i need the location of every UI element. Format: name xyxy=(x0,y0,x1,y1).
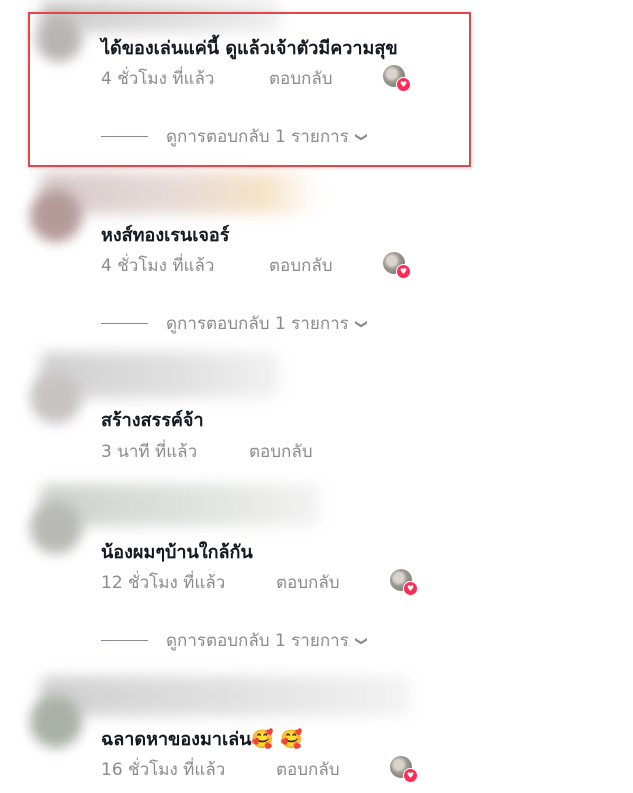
view-replies-button[interactable]: ดูการตอบกลับ 1 รายการ ❯ xyxy=(101,310,369,337)
comment-meta: 4 ชั่วโมง ที่แล้ว ตอบกลับ ♥ xyxy=(101,252,411,279)
blurred-avatar-5 xyxy=(30,696,82,748)
heart-icon: ♥ xyxy=(403,768,418,783)
comment-text: น้องผมๆบ้านใกล้กัน xyxy=(101,542,253,563)
reply-button[interactable]: ตอบกลับ xyxy=(276,569,340,596)
heart-icon: ♥ xyxy=(396,264,411,279)
comment-time: 3 นาที ที่แล้ว xyxy=(101,442,198,462)
chevron-down-icon: ❯ xyxy=(354,131,369,142)
blurred-avatar-2 xyxy=(30,190,82,242)
creator-liked-avatar: ♥ xyxy=(383,252,411,279)
view-replies-label: ดูการตอบกลับ 1 รายการ xyxy=(166,631,349,651)
comment-meta: 16 ชั่วโมง ที่แล้ว ตอบกลับ ♥ xyxy=(101,756,421,783)
divider-line xyxy=(101,640,148,641)
heart-icon: ♥ xyxy=(396,77,411,92)
reply-button[interactable]: ตอบกลับ xyxy=(269,252,333,279)
comment-time: 4 ชั่วโมง ที่แล้ว xyxy=(101,69,215,89)
reply-button[interactable]: ตอบกลับ xyxy=(269,65,333,92)
comment-text: ฉลาดหาของมาเล่น🥰 🥰 xyxy=(101,729,303,750)
blurred-username-4 xyxy=(40,484,320,526)
reply-button[interactable]: ตอบกลับ xyxy=(276,756,340,783)
blurred-username-2 xyxy=(40,172,320,214)
comment-item: ฉลาดหาของมาเล่น🥰 🥰 16 ชั่วโมง ที่แล้ว ตอ… xyxy=(101,724,481,784)
comment-text: สร้างสรรค์จ้า xyxy=(101,410,204,431)
chevron-down-icon: ❯ xyxy=(354,635,369,646)
heart-icon: ♥ xyxy=(403,581,418,596)
creator-liked-avatar: ♥ xyxy=(383,65,411,92)
comment-item: หงส์ทองเรนเจอร์ 4 ชั่วโมง ที่แล้ว ตอบกลั… xyxy=(101,220,481,340)
comment-meta: 3 นาที ที่แล้ว ตอบกลับ xyxy=(101,438,401,465)
comment-meta: 4 ชั่วโมง ที่แล้ว ตอบกลับ ♥ xyxy=(101,65,411,92)
comment-text: หงส์ทองเรนเจอร์ xyxy=(101,225,230,246)
comment-item: ได้ของเล่นแค่นี้ ดูแล้วเจ้าตัวมีความสุข … xyxy=(101,33,481,153)
blurred-avatar-4 xyxy=(30,502,82,554)
view-replies-button[interactable]: ดูการตอบกลับ 1 รายการ ❯ xyxy=(101,123,369,150)
comment-time: 16 ชั่วโมง ที่แล้ว xyxy=(101,760,226,780)
comment-time: 4 ชั่วโมง ที่แล้ว xyxy=(101,256,215,276)
comment-item: น้องผมๆบ้านใกล้กัน 12 ชั่วโมง ที่แล้ว ตอ… xyxy=(101,537,481,657)
view-replies-label: ดูการตอบกลับ 1 รายการ xyxy=(166,314,349,334)
comment-time: 12 ชั่วโมง ที่แล้ว xyxy=(101,573,226,593)
chevron-down-icon: ❯ xyxy=(354,318,369,329)
creator-liked-avatar: ♥ xyxy=(390,569,418,596)
comment-meta: 12 ชั่วโมง ที่แล้ว ตอบกลับ ♥ xyxy=(101,569,421,596)
view-replies-button[interactable]: ดูการตอบกลับ 1 รายการ ❯ xyxy=(101,627,369,654)
reply-button[interactable]: ตอบกลับ xyxy=(249,438,313,465)
blurred-avatar-3 xyxy=(30,372,82,424)
blurred-username-5 xyxy=(40,676,410,716)
comment-item: สร้างสรรค์จ้า 3 นาที ที่แล้ว ตอบกลับ xyxy=(101,405,481,465)
creator-liked-avatar: ♥ xyxy=(390,756,418,783)
divider-line xyxy=(101,323,148,324)
view-replies-label: ดูการตอบกลับ 1 รายการ xyxy=(166,127,349,147)
divider-line xyxy=(101,136,148,137)
comment-text: ได้ของเล่นแค่นี้ ดูแล้วเจ้าตัวมีความสุข xyxy=(101,38,398,59)
